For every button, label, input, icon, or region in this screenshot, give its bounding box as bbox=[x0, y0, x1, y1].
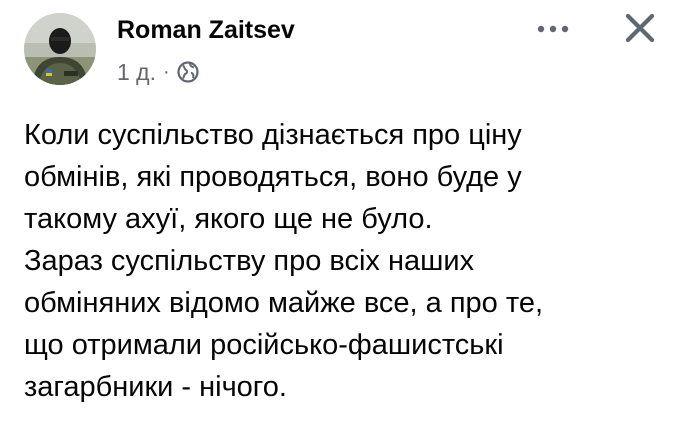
meta-separator: · bbox=[163, 61, 170, 83]
post-text-line: що отримали російсько-фашистські bbox=[24, 329, 504, 361]
post-card: Roman Zaitsev 1 д. · Коли суспільство ді… bbox=[0, 0, 680, 422]
post-text: Коли суспільство дізнається про ціну обм… bbox=[24, 114, 664, 408]
more-horizontal-icon bbox=[535, 21, 571, 39]
post-text-line: обміняних відомо майже все, а про те, bbox=[24, 287, 544, 319]
post-text-line: Зараз суспільству про всіх наших bbox=[24, 245, 475, 277]
author-name[interactable]: Roman Zaitsev bbox=[117, 15, 295, 45]
author-avatar[interactable] bbox=[24, 13, 96, 85]
post-timestamp[interactable]: 1 д. bbox=[117, 58, 156, 86]
post-meta: 1 д. · bbox=[117, 58, 199, 86]
globe-icon bbox=[177, 61, 199, 83]
post-text-line: Коли суспільство дізнається про ціну bbox=[24, 119, 522, 151]
profile-photo-soldier-icon bbox=[24, 13, 96, 85]
post-text-line: обмінів, які проводяться, воно буде у bbox=[24, 161, 522, 193]
more-options-button[interactable] bbox=[533, 18, 573, 42]
close-button[interactable] bbox=[618, 10, 662, 50]
close-icon bbox=[624, 12, 656, 49]
post-text-line: загарбники - нічого. bbox=[24, 371, 287, 403]
post-text-line: такому ахуї, якого ще не було. bbox=[24, 203, 433, 235]
